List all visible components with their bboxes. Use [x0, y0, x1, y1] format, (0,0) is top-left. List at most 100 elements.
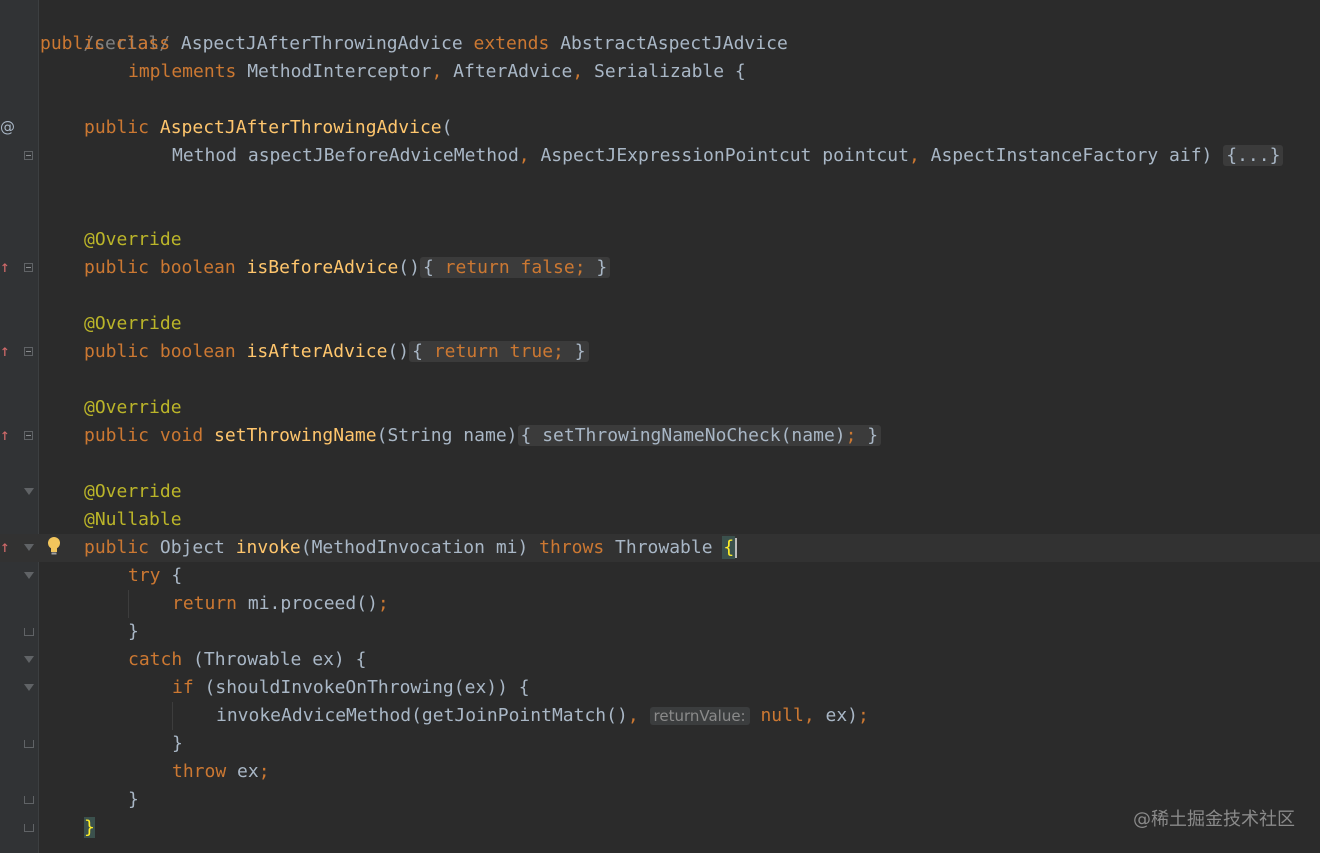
code-line[interactable]: if (shouldInvokeOnThrowing(ex)) { [172, 674, 530, 702]
fold-collapse-icon[interactable] [24, 656, 34, 663]
code-token: ex [237, 761, 259, 782]
code-token: Throwable [615, 537, 724, 558]
code-token: Method aspectJBeforeAdviceMethod [172, 145, 519, 166]
fold-collapse-icon[interactable] [24, 544, 34, 551]
code-line[interactable]: return mi.proceed(); [172, 590, 389, 618]
code-token: } [563, 341, 586, 362]
code-token: null [760, 705, 804, 726]
code-token: , [518, 145, 541, 166]
code-token: (String name) [376, 425, 518, 446]
code-line[interactable]: } [128, 786, 139, 814]
code-token: AspectInstanceFactory aif) [930, 145, 1224, 166]
code-line[interactable]: @Override [84, 478, 182, 506]
code-token: public [84, 537, 160, 558]
code-line[interactable]: public boolean isBeforeAdvice(){ return … [84, 254, 611, 282]
folded-code-placeholder[interactable]: { setThrowingNameNoCheck(name); } [517, 425, 882, 446]
code-token: ; [845, 425, 857, 446]
code-token: (MethodInvocation mi) [300, 537, 540, 558]
implementation-marker-icon[interactable]: @ [0, 113, 15, 141]
fold-expand-icon[interactable] [24, 347, 33, 356]
folded-code-placeholder[interactable]: {...} [1223, 145, 1284, 166]
code-line[interactable]: catch (Throwable ex) { [128, 646, 366, 674]
fold-expand-icon[interactable] [24, 263, 33, 272]
code-line[interactable]: try { [128, 562, 182, 590]
fold-expand-icon[interactable] [24, 431, 33, 440]
fold-expand-icon[interactable] [24, 151, 33, 160]
override-arrow-icon[interactable]: ↑ [0, 337, 12, 365]
fold-collapse-icon[interactable] [24, 572, 34, 579]
code-editor[interactable]: @ ↑ ↑ ↑ ↑ /serial/ public class AspectJA… [0, 0, 1320, 853]
code-token: AspectJAfterThrowingAdvice [159, 117, 442, 138]
override-arrow-icon[interactable]: ↑ [0, 421, 12, 449]
code-token: Object [159, 537, 236, 558]
code-token: (shouldInvokeOnThrowing(ex)) { [193, 677, 530, 698]
code-line[interactable]: /serial/ [40, 2, 170, 54]
code-token: , [572, 61, 595, 82]
code-token: extends [462, 33, 561, 54]
code-token: catch [128, 649, 183, 670]
folded-code-placeholder[interactable]: { return true; } [409, 341, 589, 362]
code-line[interactable]: public class AspectJAfterThrowingAdvice … [40, 30, 788, 58]
code-line[interactable]: @Nullable [84, 506, 182, 534]
fold-end-icon[interactable] [24, 628, 34, 636]
parameter-name-hint: returnValue: [649, 707, 750, 725]
code-line[interactable]: public AspectJAfterThrowingAdvice( [84, 114, 452, 142]
code-token: { [412, 341, 434, 362]
lightbulb-icon[interactable] [47, 536, 61, 556]
code-line[interactable]: throw ex; [172, 758, 270, 786]
code-token: } [128, 621, 139, 642]
matched-brace: { [722, 536, 736, 559]
fold-collapse-icon[interactable] [24, 488, 34, 495]
folded-code-placeholder[interactable]: { return false; } [419, 257, 611, 278]
indent-guide [128, 590, 129, 618]
code-token: invoke [235, 537, 301, 558]
watermark: @稀土掘金技术社区 [1133, 809, 1295, 830]
code-token: Serializable { [594, 61, 746, 82]
text-caret [735, 538, 738, 558]
code-token: public void [84, 425, 215, 446]
code-token: try [128, 565, 161, 586]
code-token: , [627, 705, 650, 726]
code-token: { [422, 257, 445, 278]
code-line[interactable]: Method aspectJBeforeAdviceMethod, Aspect… [172, 142, 1284, 170]
code-line[interactable]: invokeAdviceMethod(getJoinPointMatch(), … [216, 702, 869, 730]
code-token: () [387, 341, 410, 362]
code-token: return true [433, 341, 554, 362]
code-line[interactable]: } [128, 618, 139, 646]
matched-brace: } [84, 817, 95, 838]
code-token: ; [258, 761, 270, 782]
code-line[interactable]: implements MethodInterceptor, AfterAdvic… [128, 58, 746, 86]
code-token: AspectJAfterThrowingAdvice [180, 33, 463, 54]
code-token: throws [539, 537, 616, 558]
fold-end-icon[interactable] [24, 824, 34, 832]
code-line[interactable]: @Override [84, 226, 182, 254]
code-token: ; [858, 705, 869, 726]
code-token: , [803, 705, 826, 726]
code-token: @Nullable [84, 509, 182, 530]
code-token: { [160, 565, 183, 586]
override-arrow-icon[interactable]: ↑ [0, 253, 12, 281]
code-token: , [431, 61, 454, 82]
code-token: return [172, 593, 248, 614]
code-token: MethodInterceptor [247, 61, 432, 82]
code-line[interactable]: @Override [84, 310, 182, 338]
code-line[interactable]: public boolean isAfterAdvice(){ return t… [84, 338, 589, 366]
code-line[interactable]: @Override [84, 394, 182, 422]
code-token: ex) [825, 705, 859, 726]
code-token: AfterAdvice [453, 61, 573, 82]
code-token: } [585, 257, 608, 278]
code-token: @Override [84, 229, 182, 250]
code-token: implements [128, 61, 248, 82]
code-line[interactable]: } [172, 730, 183, 758]
fold-end-icon[interactable] [24, 796, 34, 804]
override-arrow-icon[interactable]: ↑ [0, 533, 12, 561]
code-token: } [128, 789, 139, 810]
code-line[interactable]: public Object invoke(MethodInvocation mi… [84, 534, 738, 562]
code-line[interactable]: } [84, 814, 95, 842]
fold-collapse-icon[interactable] [24, 684, 34, 691]
code-token: , [908, 145, 931, 166]
code-token: public boolean [84, 341, 247, 362]
fold-end-icon[interactable] [24, 740, 34, 748]
code-line[interactable]: public void setThrowingName(String name)… [84, 422, 882, 450]
code-token: throw [172, 761, 238, 782]
